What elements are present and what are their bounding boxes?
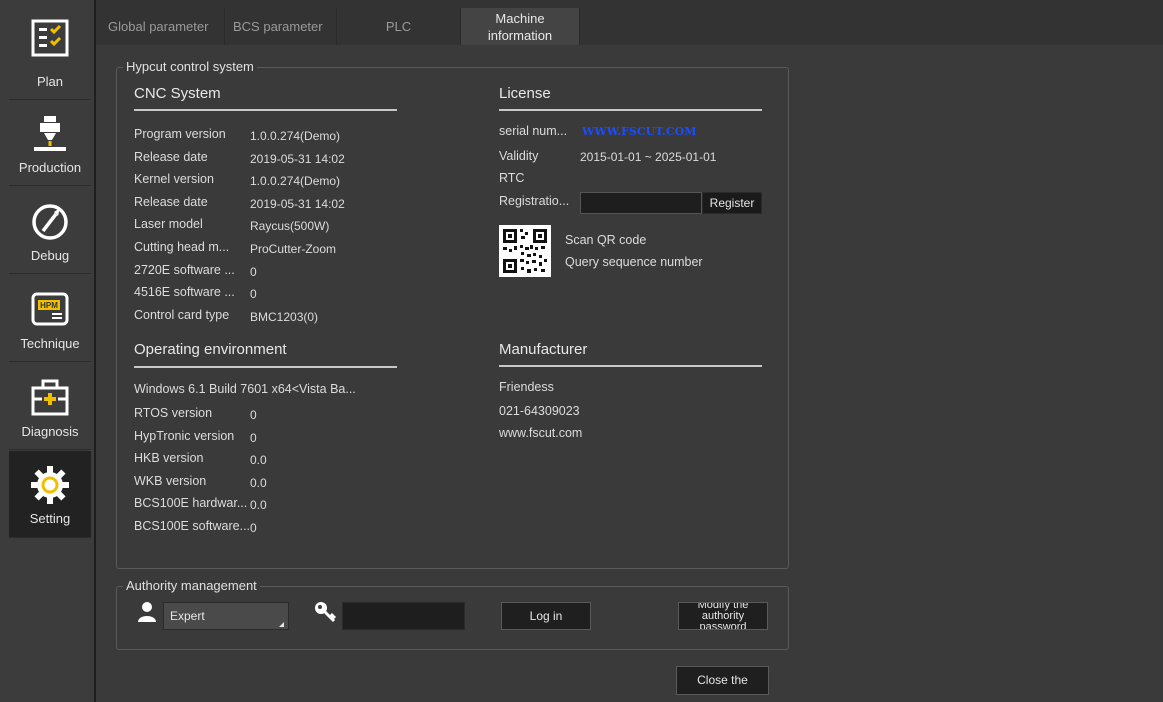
info-row-label: 4516E software ...	[134, 285, 235, 300]
sidebar-item-production[interactable]: Production	[9, 100, 91, 186]
info-row-value: ProCutter-Zoom	[250, 242, 337, 256]
sidebar: Plan Production Debug HPM Technique Diag…	[0, 0, 96, 702]
close-system-button[interactable]: Close the system	[676, 666, 769, 702]
validity-label: Validity	[499, 149, 539, 163]
tab-plc[interactable]: PLC	[336, 8, 460, 45]
info-row-value: 0	[250, 408, 257, 422]
info-row-value: BMC1203(0)	[250, 309, 319, 324]
group-title: Authority management	[123, 578, 260, 593]
registration-code-input[interactable]	[580, 192, 702, 214]
manufacturer-name: Friendess	[499, 380, 554, 394]
operating-environment-title: Operating environment	[134, 341, 287, 358]
info-row-label: Release date	[134, 194, 208, 209]
os-info: Windows 6.1 Build 7601 x64<Vista Ba...	[134, 382, 356, 396]
query-sequence-text: Query sequence number	[565, 255, 703, 269]
sidebar-item-technique[interactable]: HPM Technique	[9, 276, 91, 362]
divider	[499, 109, 762, 111]
tab-machine-information[interactable]: Machine information	[460, 8, 580, 45]
info-row-label: Program version	[134, 127, 226, 141]
manufacturer-website[interactable]: www.fscut.com	[499, 426, 582, 440]
diagnosis-icon	[31, 379, 69, 416]
group-title: Hypcut control system	[123, 59, 257, 74]
sidebar-item-label: Diagnosis	[21, 424, 79, 439]
info-row-label: Laser model	[134, 217, 203, 232]
hypcut-group: Hypcut control system CNC System Program…	[116, 59, 789, 569]
user-level-select[interactable]: Expert	[163, 602, 289, 630]
registration-label: Registratio...	[499, 194, 570, 208]
info-row-value: 0	[250, 287, 257, 302]
license-title: License	[499, 85, 551, 102]
info-row-value: 0	[250, 264, 257, 279]
svg-text:HPM: HPM	[40, 301, 58, 310]
technique-icon: HPM	[31, 292, 69, 326]
sidebar-item-label: Production	[18, 160, 82, 175]
info-row-value: 1.0.0.274(Demo)	[250, 129, 341, 143]
scan-qr-code-text: Scan QR code	[565, 233, 647, 247]
user-level-value: Expert	[170, 609, 205, 623]
info-row-value: Raycus(500W)	[250, 219, 330, 234]
cnc-system-title: CNC System	[134, 85, 221, 102]
sidebar-item-debug[interactable]: Debug	[9, 188, 91, 274]
plan-icon	[31, 19, 69, 57]
dropdown-arrow-icon	[279, 622, 284, 627]
validity-value: 2015-01-01 ~ 2025-01-01	[580, 150, 717, 164]
info-row-label: Control card type	[134, 307, 230, 322]
production-icon	[34, 116, 66, 151]
sidebar-item-label: Technique	[20, 336, 80, 351]
serial-number-value[interactable]: WWW.FSCUT.COM	[582, 125, 696, 138]
password-input[interactable]	[342, 602, 465, 630]
modify-authority-password-label: Modify the authority password	[697, 602, 749, 630]
info-row-label: Kernel version	[134, 172, 214, 187]
info-row-value: 1.0.0.274(Demo)	[250, 174, 341, 189]
info-row-value: 0.0	[250, 475, 267, 490]
modify-authority-password-button[interactable]: Modify the authority password	[678, 602, 768, 630]
authority-group: Authority management Expert Log in Modif…	[116, 578, 789, 650]
info-row-value: 0.0	[250, 498, 267, 512]
info-row-label: HKB version	[134, 451, 204, 465]
info-row-label: WKB version	[134, 473, 207, 488]
info-row-value: 2019-05-31 14:02	[250, 196, 345, 211]
debug-icon	[32, 204, 68, 240]
info-row-label: Cutting head m...	[134, 240, 230, 254]
info-row-value: 2019-05-31 14:02	[250, 151, 345, 166]
info-row-label: HypTronic version	[134, 428, 235, 443]
divider	[134, 109, 397, 111]
qr-code-icon	[499, 225, 551, 277]
divider	[134, 366, 397, 368]
register-button[interactable]: Register	[702, 192, 762, 214]
info-row-label: BCS100E hardwar...	[134, 496, 248, 510]
sidebar-item-label: Setting	[29, 511, 71, 526]
sidebar-item-setting[interactable]: Setting	[9, 451, 91, 538]
sidebar-item-diagnosis[interactable]: Diagnosis	[9, 364, 91, 450]
log-in-button[interactable]: Log in	[501, 602, 591, 630]
gear-icon	[31, 466, 69, 504]
sidebar-item-label: Debug	[30, 248, 70, 263]
info-row-value: 0	[250, 520, 257, 535]
rtc-label: RTC	[499, 171, 525, 185]
tab-bar: Global parameter BCS parameter PLC Machi…	[96, 0, 1163, 45]
divider	[499, 365, 762, 367]
sidebar-item-plan[interactable]: Plan	[9, 0, 91, 100]
serial-number-label: serial num...	[499, 124, 568, 138]
key-icon	[315, 602, 337, 623]
info-row-value: 0	[250, 430, 257, 445]
info-row-label: Release date	[134, 149, 208, 164]
user-icon	[138, 602, 156, 622]
info-row-label: BCS100E software...	[134, 518, 251, 533]
info-row-label: 2720E software ...	[134, 262, 235, 277]
manufacturer-title: Manufacturer	[499, 341, 588, 358]
info-row-value: 0.0	[250, 453, 267, 467]
sidebar-item-label: Plan	[36, 74, 64, 89]
manufacturer-phone: 021-64309023	[499, 404, 580, 418]
tab-global-parameter[interactable]: Global parameter	[100, 8, 216, 45]
info-row-label: RTOS version	[134, 406, 213, 420]
tab-bcs-parameter[interactable]: BCS parameter	[224, 8, 331, 45]
main-panel: Hypcut control system CNC System Program…	[96, 45, 1163, 702]
